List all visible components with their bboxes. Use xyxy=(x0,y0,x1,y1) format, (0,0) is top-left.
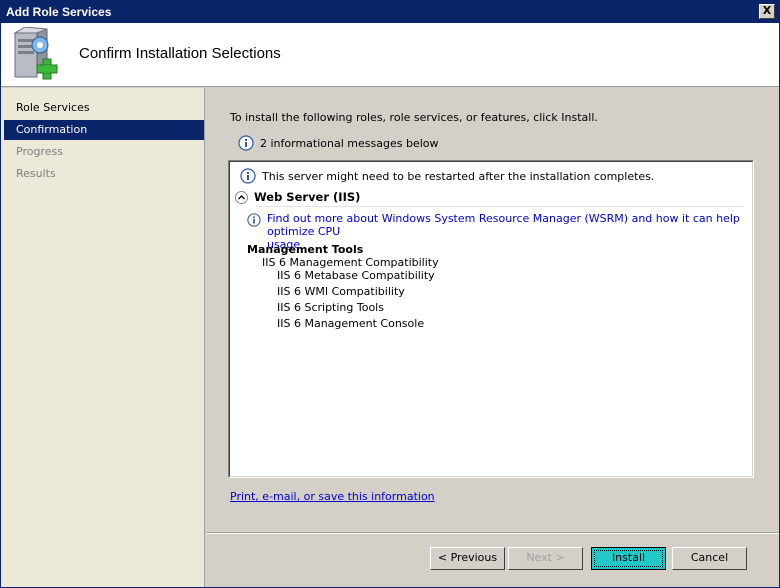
nav-item-role-services[interactable]: Role Services xyxy=(4,98,204,118)
nav-item-confirmation[interactable]: Confirmation xyxy=(4,120,204,140)
group-title: Management Tools xyxy=(247,243,364,256)
chevron-up-icon xyxy=(238,194,245,199)
add-role-services-window: Add Role Services X Confirm Installation… xyxy=(0,0,780,588)
feature-item: IIS 6 Scripting Tools xyxy=(277,301,384,314)
role-divider xyxy=(256,206,744,207)
intro-text: To install the following roles, role ser… xyxy=(230,111,598,124)
restart-notice-text: This server might need to be restarted a… xyxy=(262,169,655,183)
collapse-button[interactable] xyxy=(235,190,248,204)
close-button[interactable]: X xyxy=(759,4,775,19)
install-button[interactable]: Install xyxy=(591,547,666,570)
info-icon xyxy=(238,135,254,151)
print-email-save-link[interactable]: Print, e-mail, or save this information xyxy=(230,490,435,503)
wizard-header: Confirm Installation Selections xyxy=(1,23,779,87)
previous-button[interactable]: < Previous xyxy=(430,547,505,570)
server-add-icon xyxy=(13,26,63,81)
page-title: Confirm Installation Selections xyxy=(79,45,281,62)
message-count: 2 informational messages below xyxy=(238,134,438,152)
message-count-text: 2 informational messages below xyxy=(260,136,439,150)
subgroup-title: IIS 6 Management Compatibility xyxy=(262,256,439,269)
cancel-button[interactable]: Cancel xyxy=(672,547,747,570)
nav-item-progress: Progress xyxy=(16,145,63,158)
info-icon xyxy=(240,168,256,184)
window-title: Add Role Services xyxy=(6,5,112,19)
nav-item-results: Results xyxy=(16,167,56,180)
next-button[interactable]: Next > xyxy=(508,547,583,570)
wizard-footer: < Previous Next > Install Cancel xyxy=(206,532,779,587)
wizard-nav: Role Services Confirmation Progress Resu… xyxy=(1,88,205,587)
info-icon xyxy=(247,213,261,227)
feature-item: IIS 6 Metabase Compatibility xyxy=(277,269,435,282)
content-pane: To install the following roles, role ser… xyxy=(206,88,779,532)
title-bar[interactable]: Add Role Services X xyxy=(1,1,779,23)
restart-notice: This server might need to be restarted a… xyxy=(240,168,654,184)
role-name: Web Server (IIS) xyxy=(254,190,361,204)
selections-listbox[interactable]: This server might need to be restarted a… xyxy=(228,160,754,478)
feature-item: IIS 6 WMI Compatibility xyxy=(277,285,405,298)
feature-item: IIS 6 Management Console xyxy=(277,317,425,330)
wsrm-link-line1: Find out more about Windows System Resou… xyxy=(266,212,740,238)
footer-highlight xyxy=(206,533,779,534)
role-header-web-server: Web Server (IIS) xyxy=(235,190,360,204)
